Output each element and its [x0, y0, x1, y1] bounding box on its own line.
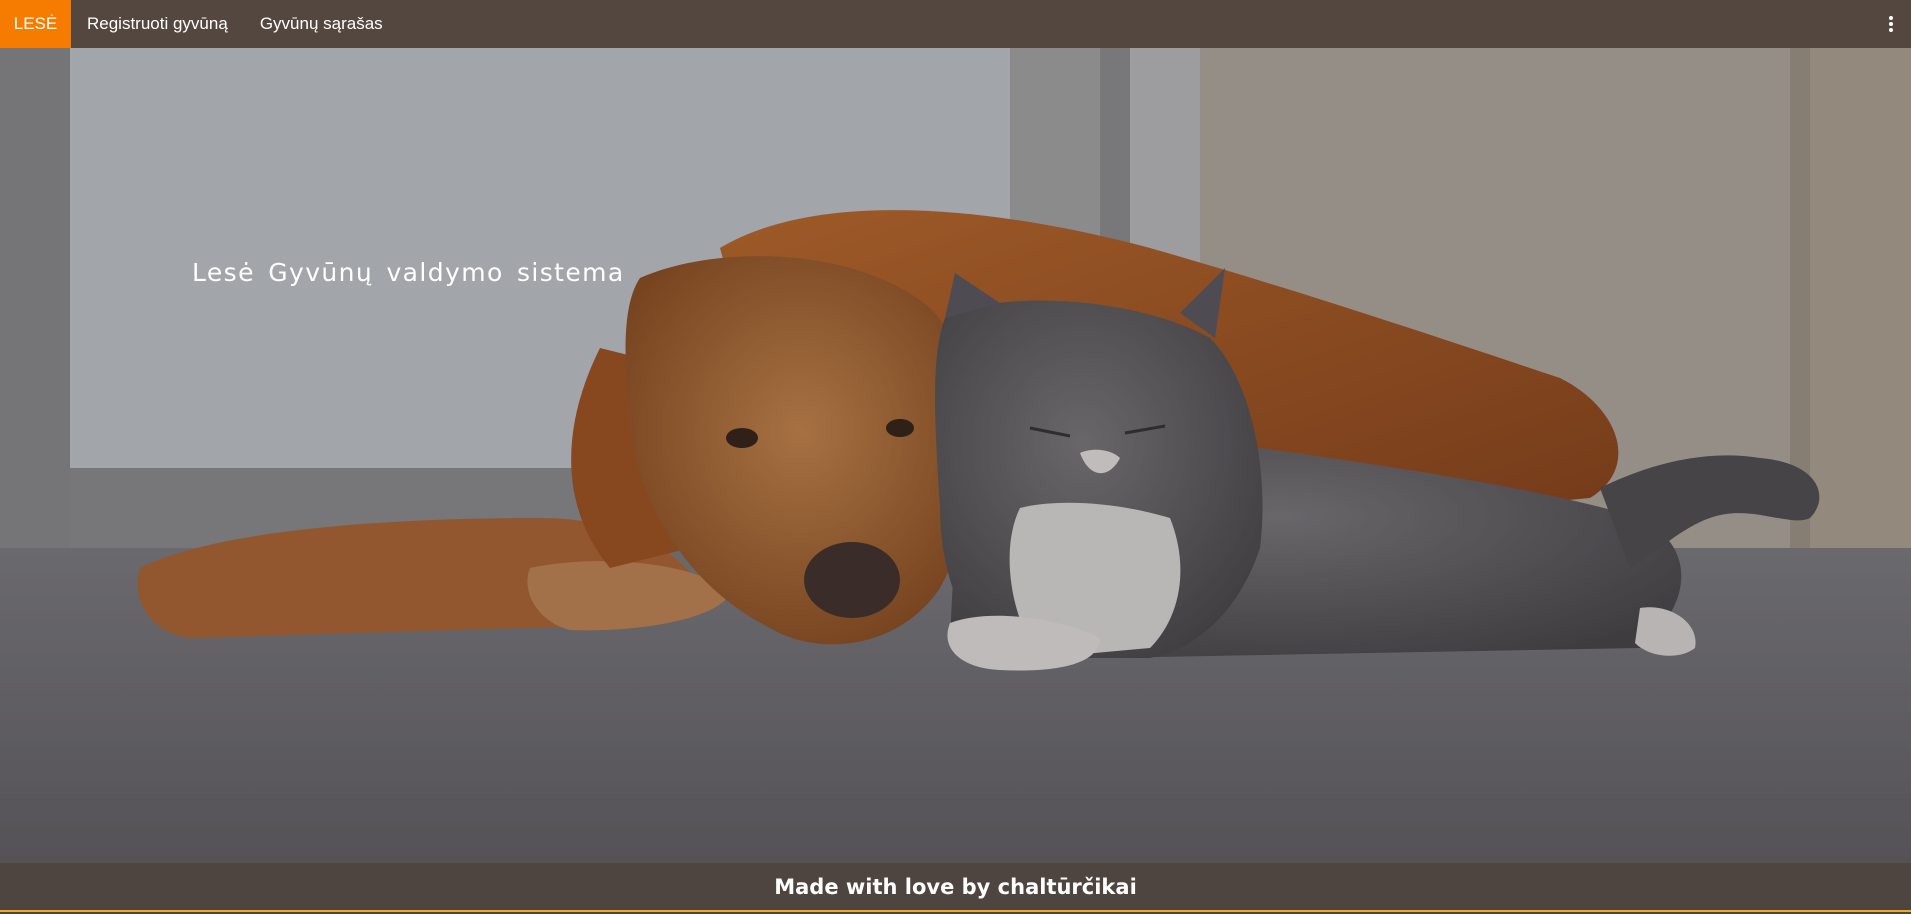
hero-dark-overlay [0, 48, 1911, 863]
brand-logo-link[interactable]: LESĖ [0, 0, 71, 48]
top-navbar: LESĖ Registruoti gyvūną Gyvūnų sąrašas [0, 0, 1911, 48]
nav-link-register-animal[interactable]: Registruoti gyvūną [71, 0, 244, 48]
nav-link-animal-list[interactable]: Gyvūnų sąrašas [244, 0, 399, 48]
footer: Made with love by chaltūrčikai [0, 863, 1911, 912]
hero-title: Lesė Gyvūnų valdymo sistema [192, 258, 625, 287]
footer-credit-text: Made with love by chaltūrčikai [774, 874, 1137, 899]
hero-section: Lesė Gyvūnų valdymo sistema [0, 48, 1911, 863]
kebab-menu-icon[interactable] [1879, 0, 1903, 48]
